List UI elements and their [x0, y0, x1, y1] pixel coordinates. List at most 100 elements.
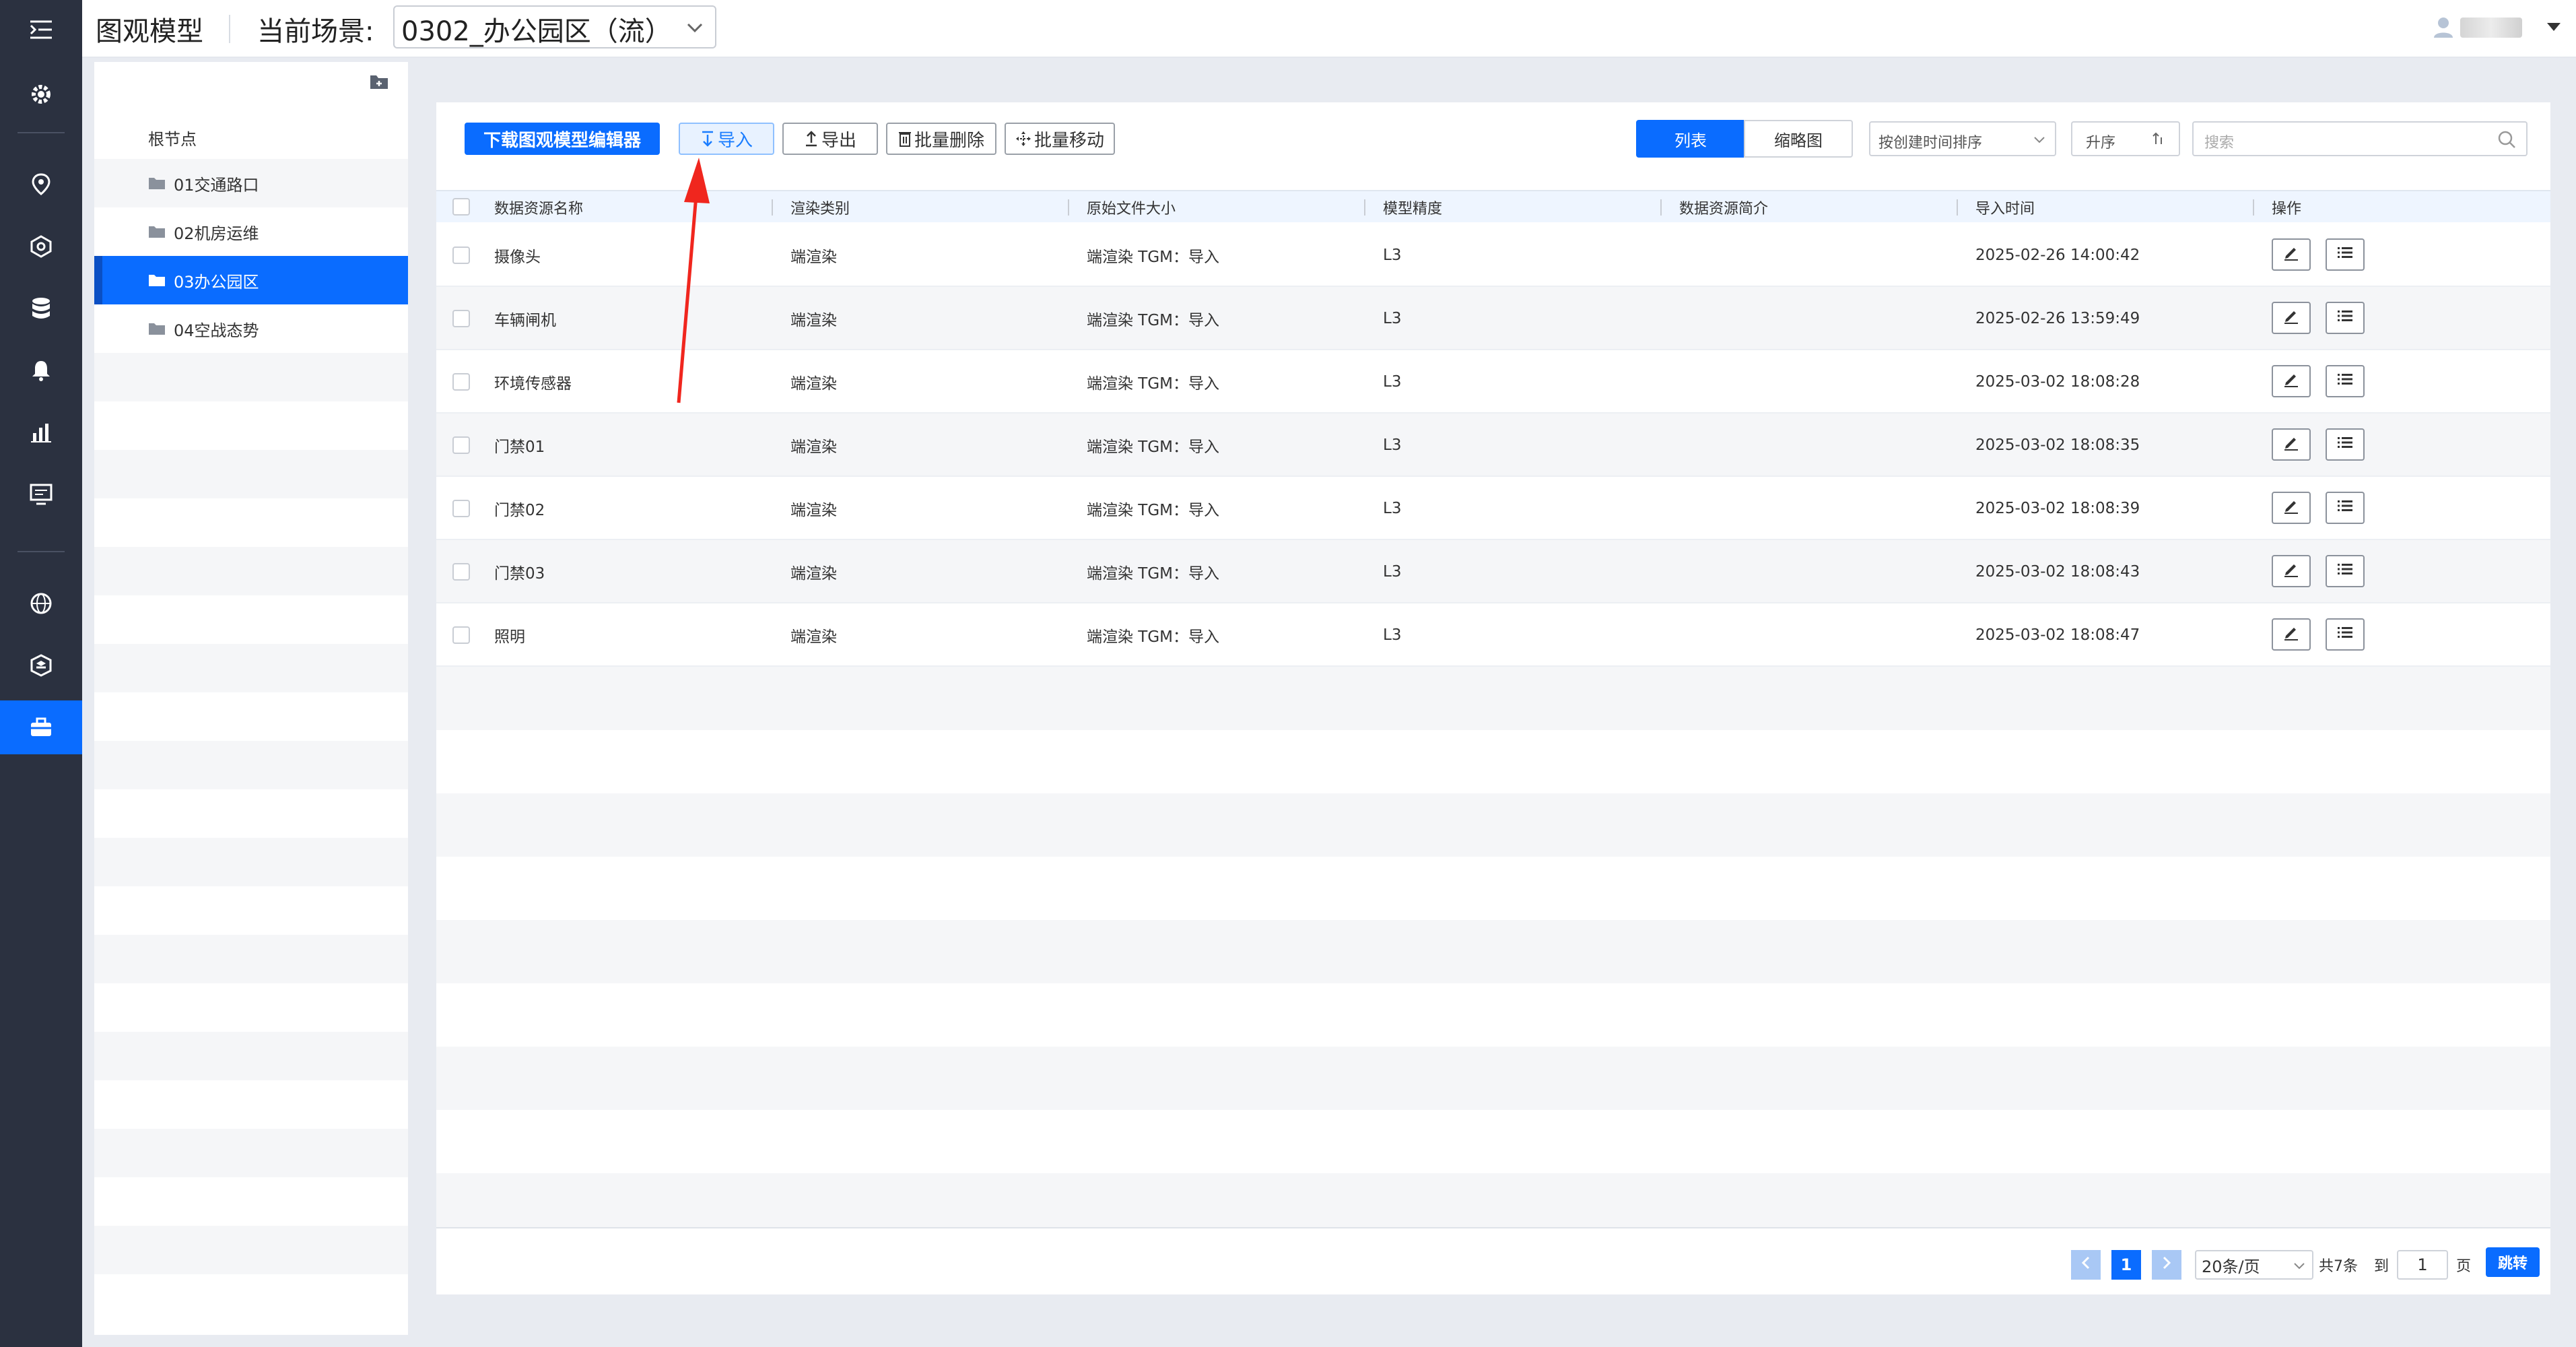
cube-settings-icon[interactable] — [0, 220, 82, 273]
row-checkbox[interactable] — [452, 436, 470, 454]
sort-field-value: 按创建时间排序 — [1878, 135, 1983, 152]
sort-order-icon — [2152, 131, 2165, 151]
export-button[interactable]: 导出 — [782, 123, 878, 155]
add-folder-icon[interactable] — [369, 73, 389, 93]
edit-button[interactable] — [2272, 618, 2311, 651]
col-render[interactable]: 渲染类别 — [790, 191, 850, 224]
view-list-toggle[interactable]: 列表 — [1636, 120, 1745, 158]
edit-button[interactable] — [2272, 492, 2311, 524]
next-page-button[interactable] — [2152, 1250, 2181, 1280]
edit-button[interactable] — [2272, 365, 2311, 397]
scene-select[interactable]: 0302_办公园区（流） — [393, 5, 716, 48]
cell-import-time: 2025-02-26 14:00:42 — [1975, 247, 2140, 264]
col-precision[interactable]: 模型精度 — [1383, 191, 1442, 224]
menu-toggle-icon[interactable] — [0, 3, 82, 57]
bell-icon[interactable] — [0, 343, 82, 397]
scene-tree-panel: 根节点 01交通路口 02机房运维 03办公园区 04空战态势 — [94, 62, 408, 1335]
cell-name: 环境传感器 — [494, 375, 572, 393]
cell-precision: L3 — [1383, 247, 1402, 264]
search-input[interactable]: 搜索 — [2192, 121, 2528, 156]
table-row[interactable]: 照明 端渲染 端渲染 TGM：导入 L3 2025-03-02 18:08:47 — [436, 603, 2550, 667]
cell-precision: L3 — [1383, 310, 1402, 327]
goto-page-button[interactable]: 跳转 — [2486, 1247, 2540, 1277]
cell-name: 摄像头 — [494, 249, 541, 266]
gear-icon[interactable] — [0, 67, 82, 121]
col-size[interactable]: 原始文件大小 — [1087, 191, 1176, 224]
table-row[interactable]: 门禁02 端渲染 端渲染 TGM：导入 L3 2025-03-02 18:08:39 — [436, 477, 2550, 540]
map-pin-icon[interactable] — [0, 158, 82, 211]
row-checkbox[interactable] — [452, 310, 470, 327]
detail-list-button[interactable] — [2326, 302, 2365, 334]
total-count: 共7条 — [2319, 1258, 2358, 1275]
table-row[interactable]: 门禁03 端渲染 端渲染 TGM：导入 L3 2025-03-02 18:08:43 — [436, 540, 2550, 603]
view-thumbnail-toggle[interactable]: 缩略图 — [1744, 120, 1853, 158]
edit-button[interactable] — [2272, 302, 2311, 334]
empty-row — [436, 730, 2550, 793]
edit-icon — [2282, 370, 2301, 392]
detail-list-button[interactable] — [2326, 365, 2365, 397]
monitor-icon[interactable] — [0, 467, 82, 521]
cell-precision: L3 — [1383, 626, 1402, 644]
row-checkbox[interactable] — [452, 247, 470, 264]
col-import-time[interactable]: 导入时间 — [1975, 191, 2035, 224]
bar-chart-icon[interactable] — [0, 405, 82, 459]
list-icon — [2336, 371, 2354, 391]
import-label: 导入 — [717, 130, 753, 151]
cell-render: 端渲染 — [790, 249, 837, 266]
edit-button[interactable] — [2272, 428, 2311, 461]
row-checkbox[interactable] — [452, 500, 470, 517]
username-redacted — [2460, 18, 2522, 38]
cell-name: 门禁03 — [494, 565, 545, 583]
edit-button[interactable] — [2272, 555, 2311, 587]
tree-node-root[interactable]: 根节点 — [94, 113, 408, 162]
row-checkbox[interactable] — [452, 373, 470, 391]
row-checkbox[interactable] — [452, 563, 470, 581]
tree-node-04[interactable]: 04空战态势 — [94, 304, 408, 353]
select-all-checkbox[interactable] — [452, 198, 470, 216]
edit-icon — [2282, 560, 2301, 582]
cell-precision: L3 — [1383, 500, 1402, 517]
col-name[interactable]: 数据资源名称 — [494, 191, 583, 224]
export-label: 导出 — [821, 130, 856, 151]
chevron-down-icon — [684, 13, 706, 47]
col-desc[interactable]: 数据资源简介 — [1679, 191, 1768, 224]
batch-move-button[interactable]: 批量移动 — [1005, 123, 1115, 155]
batch-delete-button[interactable]: 批量删除 — [886, 123, 996, 155]
table-row[interactable]: 摄像头 端渲染 端渲染 TGM：导入 L3 2025-02-26 14:00:42 — [436, 224, 2550, 287]
pagination-bar: 1 20条/页 共7条 到 1 页 跳转 — [436, 1227, 2550, 1294]
download-editor-button[interactable]: 下载图观模型编辑器 — [465, 123, 660, 155]
cell-render: 端渲染 — [790, 628, 837, 646]
prev-page-button[interactable] — [2071, 1250, 2101, 1280]
cell-render: 端渲染 — [790, 375, 837, 393]
page-size-select[interactable]: 20条/页 — [2195, 1250, 2313, 1280]
model-box-icon[interactable] — [0, 700, 82, 754]
tree-node-03-selected[interactable]: 03办公园区 — [94, 256, 408, 304]
globe-icon[interactable] — [0, 577, 82, 630]
detail-list-button[interactable] — [2326, 555, 2365, 587]
table-row[interactable]: 门禁01 端渲染 端渲染 TGM：导入 L3 2025-03-02 18:08:35 — [436, 414, 2550, 477]
row-checkbox[interactable] — [452, 626, 470, 644]
detail-list-button[interactable] — [2326, 618, 2365, 651]
user-menu[interactable] — [2428, 13, 2563, 43]
tree-node-label: 02机房运维 — [174, 224, 259, 243]
detail-list-button[interactable] — [2326, 238, 2365, 271]
app-title: 图观模型 — [96, 16, 203, 47]
page-1-button[interactable]: 1 — [2111, 1250, 2141, 1280]
trash-icon — [898, 130, 912, 147]
import-button[interactable]: 导入 — [679, 123, 774, 155]
edit-button[interactable] — [2272, 238, 2311, 271]
goto-page-input[interactable]: 1 — [2397, 1250, 2448, 1280]
cell-size: 端渲染 TGM：导入 — [1087, 375, 1220, 393]
layers-icon[interactable] — [0, 638, 82, 692]
sort-field-select[interactable]: 按创建时间排序 — [1869, 121, 2056, 156]
table-row[interactable]: 车辆闸机 端渲染 端渲染 TGM：导入 L3 2025-02-26 13:59:49 — [436, 287, 2550, 350]
tree-node-01[interactable]: 01交通路口 — [94, 159, 408, 207]
tree-node-02[interactable]: 02机房运维 — [94, 207, 408, 256]
table-row[interactable]: 环境传感器 端渲染 端渲染 TGM：导入 L3 2025-03-02 18:08:28 — [436, 350, 2550, 414]
detail-list-button[interactable] — [2326, 492, 2365, 524]
detail-list-button[interactable] — [2326, 428, 2365, 461]
sort-order-button[interactable]: 升序 — [2071, 121, 2180, 156]
edit-icon — [2282, 434, 2301, 455]
goto-label: 到 — [2374, 1258, 2389, 1275]
database-icon[interactable] — [0, 282, 82, 335]
